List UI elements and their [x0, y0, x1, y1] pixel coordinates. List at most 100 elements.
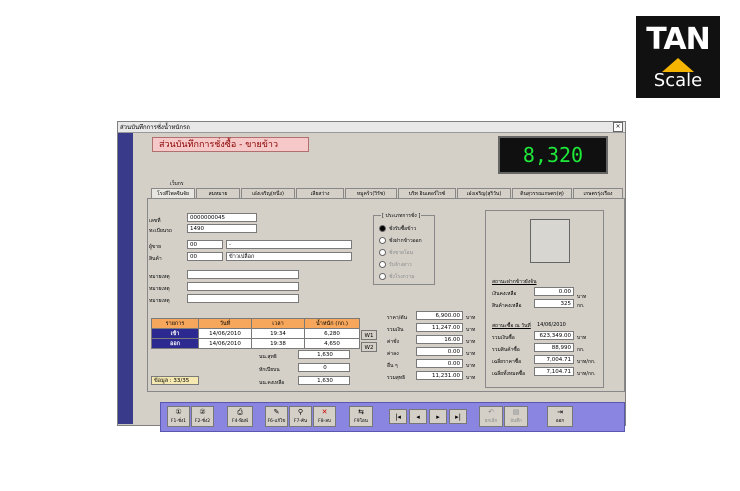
- product-name-field[interactable]: ข้าวเปลือก: [226, 252, 352, 261]
- fee-label: ค่าชั่ง: [387, 339, 399, 345]
- product-label: สินค้า: [149, 256, 162, 262]
- summary-avg-label: เฉลี่ยราคาซื้อ: [492, 359, 522, 365]
- summary-date: 14/06/2010: [537, 322, 566, 328]
- note-label-2: หมายเหตุ: [149, 286, 170, 292]
- radio-label: ชั่งรับซื้อข้าว: [389, 226, 417, 232]
- plate-label: ทะเบียนรถ: [149, 228, 172, 234]
- summary-buy-label: รวมเงินซื้อ: [492, 335, 515, 341]
- f4-print-button[interactable]: ⎙ F4-พิมพ์: [227, 406, 253, 427]
- deduct-label: หักเปียบน: [259, 367, 280, 373]
- first-record-button[interactable]: |◂: [389, 409, 407, 424]
- note-field-1[interactable]: [187, 270, 299, 279]
- seller-name-field[interactable]: -: [226, 240, 352, 249]
- next-icon: ▸: [436, 413, 440, 421]
- last-record-button[interactable]: ▸|: [449, 409, 467, 424]
- f7-search-button[interactable]: ⚲ F7-ค้น: [289, 406, 312, 427]
- radio-deposit-out[interactable]: ชั่งฝากข้าวออก: [379, 237, 422, 245]
- f6-edit-button[interactable]: ✎ F6-แก้ไข: [265, 406, 288, 427]
- weight-table: รายการ วันที่ เวลา น้ำหนัก (กก.) เข้า 14…: [151, 318, 360, 349]
- w1-button[interactable]: W1: [361, 330, 377, 340]
- summary-avg-all-field: 7,104.71: [534, 367, 574, 376]
- unit-price-label: ราคา/ตัน: [387, 315, 407, 321]
- undo-icon: ↶: [488, 408, 494, 416]
- net-weight-field: 1,630: [298, 350, 350, 359]
- cancel-button[interactable]: ↶ ยกเลิก: [479, 406, 503, 427]
- labor-field[interactable]: 0.00: [416, 347, 463, 356]
- prev-record-button[interactable]: ◂: [409, 409, 427, 424]
- deposit-money-label: เงินคงเหลือ: [492, 291, 517, 297]
- next-record-button[interactable]: ▸: [429, 409, 447, 424]
- table-row-in: เข้า 14/06/2010 19:34 6,280: [151, 328, 360, 339]
- deduct-field[interactable]: 0: [298, 363, 350, 372]
- baht-unit: บาท: [466, 375, 476, 381]
- tab-customer-4[interactable]: เลียสว่าง: [296, 188, 344, 198]
- f2-weigh2-button[interactable]: ② F2-ชั่ง2: [191, 406, 214, 427]
- summary-qty-label: รวมสินค้าซื้อ: [492, 347, 520, 353]
- button-label: F7-ค้น: [293, 419, 308, 424]
- radio-icon: [379, 261, 386, 268]
- other-label: อื่น ๆ: [387, 363, 398, 369]
- search-icon: ⚲: [297, 408, 304, 416]
- tab-customer-9[interactable]: เกษตรรุ่งเรือง: [573, 188, 623, 198]
- summary-buy-field: 623,349.00: [534, 331, 574, 340]
- f8-delete-button[interactable]: ✕ F8-ลบ: [313, 406, 336, 427]
- seller-code-field[interactable]: 00: [187, 240, 223, 249]
- baht-unit: บาท: [466, 327, 476, 333]
- button-label: F8-ลบ: [318, 419, 331, 424]
- tab-customer-3[interactable]: เอ๋งเจริญ(หนึ่ง): [241, 188, 295, 198]
- row-label-out: ออก: [151, 338, 199, 349]
- plate-field[interactable]: 1490: [187, 224, 257, 233]
- net-weight-label: นน.สุทธิ: [259, 354, 277, 360]
- transfer-icon: ⇆: [358, 408, 364, 416]
- doc-no-field[interactable]: 0000000045: [187, 213, 257, 222]
- f9-transfer-button[interactable]: ⇆ F9โอน: [349, 406, 373, 427]
- tab-customer-8[interactable]: ดินสุวรรณเกษตร(ศุ): [512, 188, 572, 198]
- baht-unit: บาท: [466, 363, 476, 369]
- tab-customer-2[interactable]: สมหมาย: [196, 188, 240, 198]
- radio-sell-transfer[interactable]: ชั่งขายโอน: [379, 249, 413, 257]
- deposit-title: สถานะฝากข้าวยังจ้น: [492, 279, 537, 285]
- radio-hire[interactable]: รับจ้างสาว: [379, 261, 412, 269]
- note-field-3[interactable]: [187, 294, 299, 303]
- logo-text-bottom: Scale: [653, 70, 703, 91]
- summary-buy-unit: บาท: [577, 335, 587, 341]
- save-button[interactable]: ▤ บันทึก: [504, 406, 528, 427]
- summary-avg-field: 7,004.71: [534, 355, 574, 364]
- col-header: น้ำหนัก (กก.): [304, 318, 360, 329]
- close-icon[interactable]: ×: [613, 122, 623, 132]
- w2-button[interactable]: W2: [361, 342, 377, 352]
- other-field[interactable]: 0.00: [416, 359, 463, 368]
- baht-unit: บาท: [466, 339, 476, 345]
- button-label: F4-พิมพ์: [232, 419, 248, 424]
- unit-price-field[interactable]: 6,900.00: [416, 311, 463, 320]
- in-date: 14/06/2010: [198, 328, 252, 339]
- out-time: 19:38: [251, 338, 305, 349]
- radio-mill[interactable]: ชั่งโรงกวาม: [379, 273, 415, 281]
- tab-customer-6[interactable]: บริท อินเตอร์ไรซ์: [398, 188, 456, 198]
- summary-title: สถานะซื้อ ณ วันที่: [492, 323, 531, 329]
- product-code-field[interactable]: 00: [187, 252, 223, 261]
- radio-buy-rice[interactable]: ชั่งรับซื้อข้าว: [379, 225, 416, 233]
- out-weight: 4,650: [304, 338, 360, 349]
- deposit-goods-label: สินค้าคงเหลือ: [492, 303, 522, 309]
- note-field-2[interactable]: [187, 282, 299, 291]
- exit-door-icon: ⇥: [557, 408, 563, 416]
- radio-icon: [379, 237, 386, 244]
- app-window: ส่วนบันทึกการซั่งน้ำหนักรถ × ส่วนบันทึกก…: [117, 121, 626, 432]
- fee-field[interactable]: 16.00: [416, 335, 463, 344]
- f1-weigh1-button[interactable]: ① F1-ชั่ง1: [167, 406, 190, 427]
- radio-selected-icon: [379, 225, 386, 232]
- button-label: F1-ชั่ง1: [170, 419, 187, 424]
- table-row-out: ออก 14/06/2010 19:38 4,650: [151, 338, 360, 349]
- table-header-row: รายการ วันที่ เวลา น้ำหนัก (กก.): [151, 318, 360, 329]
- tab-customer-5[interactable]: หมูคร้ว(วิรัช): [345, 188, 397, 198]
- exit-button[interactable]: ⇥ ออก: [547, 406, 573, 427]
- summary-avg-all-label: เฉลี่ยทั้งหมดซื้อ: [492, 371, 526, 377]
- printer-icon: ⎙: [237, 408, 243, 416]
- col-header: รายการ: [151, 318, 199, 329]
- last-icon: ▸|: [455, 413, 461, 421]
- labor-label: ค่าลง: [387, 351, 399, 357]
- tab-customer-1[interactable]: โรงสีไพลจีนจัย: [151, 188, 195, 198]
- delete-icon: ✕: [321, 408, 328, 416]
- tab-customer-7[interactable]: เอ๋งเจริญ(สุริวัน): [457, 188, 511, 198]
